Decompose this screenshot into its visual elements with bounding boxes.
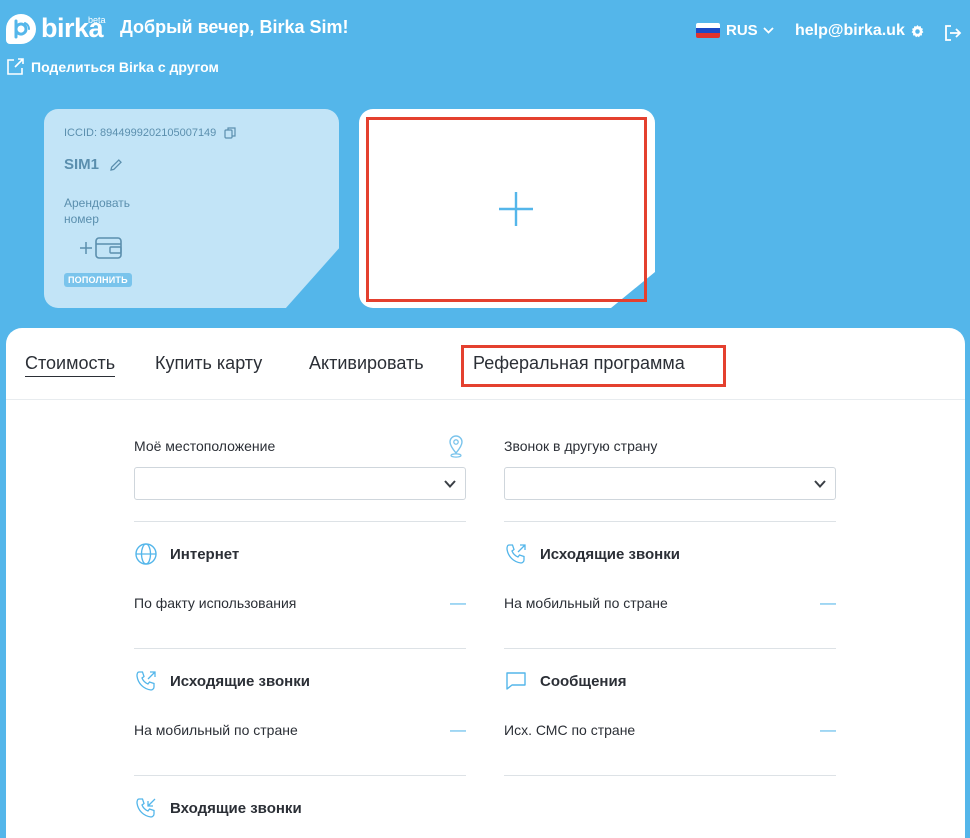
divider — [134, 648, 466, 649]
pencil-icon[interactable] — [109, 158, 123, 172]
topup-button[interactable]: ПОПОЛНИТЬ — [64, 273, 132, 287]
price-row-label: По факту использования — [134, 595, 297, 611]
section-title: Исходящие звонки — [170, 672, 310, 690]
highlight-box-referral-tab — [461, 345, 726, 387]
divider — [504, 775, 836, 776]
section-messages: Сообщения — [504, 669, 626, 693]
add-wallet-icon[interactable] — [78, 235, 124, 261]
share-link[interactable]: Поделиться Birka с другом — [6, 57, 219, 76]
iccid-text: ICCID: 8944999202105007149 — [64, 127, 217, 139]
copy-icon[interactable] — [224, 127, 236, 139]
price-value: — — [450, 722, 466, 739]
price-row: На мобильный по стране — — [504, 595, 836, 612]
section-outgoing-calls: Исходящие звонки — [134, 669, 310, 693]
tab-activate[interactable]: Активировать — [309, 353, 424, 374]
sim-name-text: SIM1 — [64, 156, 100, 173]
divider — [504, 521, 836, 522]
sim-card[interactable]: ICCID: 8944999202105007149 SIM1 Арендова… — [44, 109, 339, 308]
sim-name: SIM1 — [64, 156, 123, 173]
price-row-label: Исх. СМС по стране — [504, 722, 636, 738]
section-title: Входящие звонки — [170, 799, 302, 817]
highlight-box-add-card — [366, 117, 647, 302]
message-icon — [506, 672, 526, 690]
greeting-text: Добрый вечер, Birka Sim! — [120, 17, 349, 37]
language-label: RUS — [726, 22, 758, 39]
help-email-link[interactable]: help@birka.uk — [795, 22, 925, 40]
location-label: Моё местоположение — [134, 438, 276, 454]
price-row-label: На мобильный по стране — [134, 722, 298, 738]
price-row: На мобильный по стране — — [134, 722, 466, 739]
share-label: Поделиться Birka с другом — [31, 58, 219, 75]
gear-icon[interactable] — [910, 24, 925, 39]
price-row: По факту использования — — [134, 595, 466, 612]
divider — [134, 521, 466, 522]
tab-bar: Стоимость Купить карту Активировать Рефе… — [6, 328, 965, 400]
price-row: Исх. СМС по стране — — [504, 722, 836, 739]
logo-beta-label: beta — [88, 15, 106, 25]
destination-label: Звонок в другую страну — [504, 438, 658, 454]
share-icon — [7, 58, 24, 75]
section-title: Сообщения — [540, 672, 627, 690]
section-outgoing-calls: Исходящие звонки — [504, 542, 680, 566]
chevron-down-icon — [763, 27, 774, 34]
globe-icon — [135, 543, 157, 565]
main-panel: Стоимость Купить карту Активировать Рефе… — [6, 328, 965, 838]
divider — [504, 648, 836, 649]
language-selector[interactable]: RUS — [696, 22, 774, 39]
russia-flag-icon — [696, 23, 720, 38]
price-value: — — [820, 722, 836, 739]
incoming-call-icon — [136, 798, 156, 818]
outgoing-call-icon — [506, 544, 526, 564]
divider — [134, 775, 466, 776]
section-title: Исходящие звонки — [540, 545, 680, 563]
tab-pricing[interactable]: Стоимость — [25, 353, 116, 377]
sim-iccid: ICCID: 8944999202105007149 — [64, 127, 236, 139]
help-email: help@birka.uk — [795, 22, 905, 39]
birka-logo-icon — [6, 14, 36, 44]
chevron-down-icon — [444, 480, 456, 488]
price-value: — — [820, 595, 836, 612]
section-internet: Интернет — [134, 542, 239, 566]
rent-number-label[interactable]: Арендовать номер — [64, 195, 164, 227]
chevron-down-icon — [814, 480, 826, 488]
price-value: — — [450, 595, 466, 612]
section-incoming-calls: Входящие звонки — [134, 796, 302, 820]
outgoing-call-icon — [136, 671, 156, 691]
birka-logo[interactable]: birka beta — [6, 13, 106, 44]
logout-icon[interactable] — [944, 24, 962, 42]
location-pin-icon — [449, 435, 463, 458]
destination-select[interactable] — [504, 467, 836, 500]
location-select[interactable] — [134, 467, 466, 500]
tab-buy-card[interactable]: Купить карту — [155, 353, 262, 374]
price-row-label: На мобильный по стране — [504, 595, 668, 611]
section-title: Интернет — [170, 545, 240, 563]
